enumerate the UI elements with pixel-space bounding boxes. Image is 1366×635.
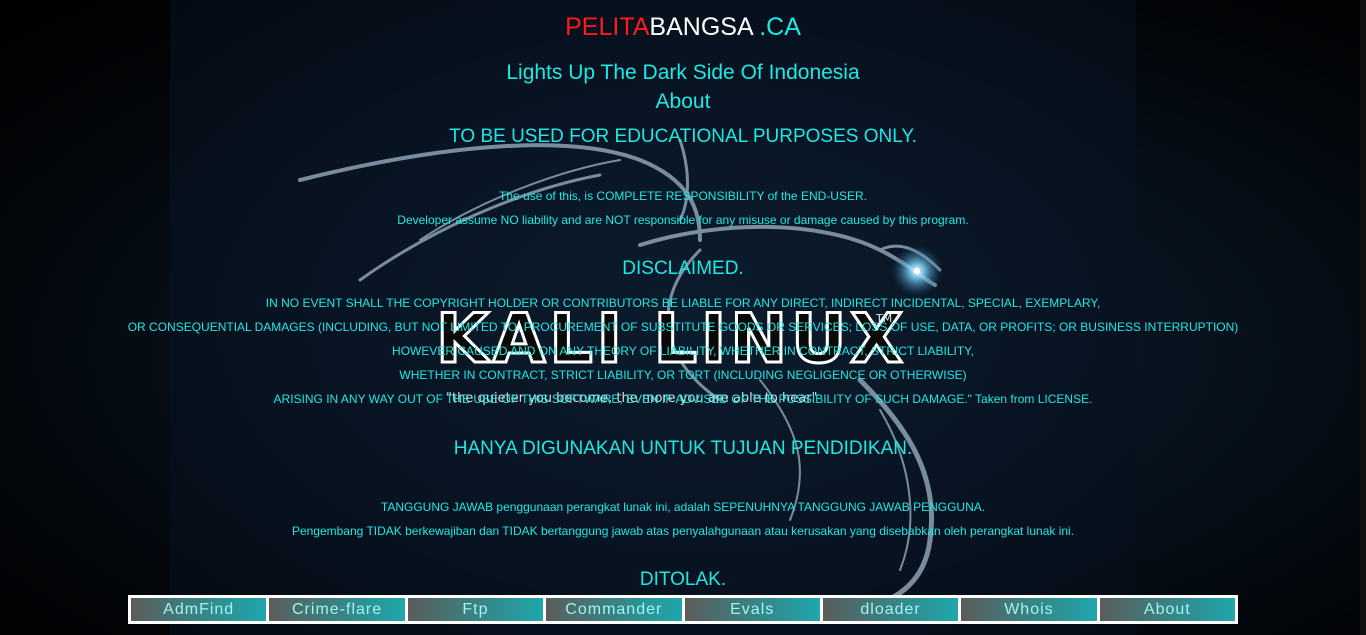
nav-evals[interactable]: Evals xyxy=(684,598,820,621)
brand-part-white: BANGSA xyxy=(649,13,753,41)
responsibility-en-line-1: The use of this, is COMPLETE RESPONSIBIL… xyxy=(499,189,867,203)
site-brand[interactable]: PELITABANGSA .CA xyxy=(0,12,1366,42)
disclaimer-line-3: HOWEVER CAUSED AND ON ANY THEORY OF LIAB… xyxy=(392,344,974,358)
brand-part-red: PELITA xyxy=(565,13,650,41)
disclaimer-line-1: IN NO EVENT SHALL THE COPYRIGHT HOLDER O… xyxy=(265,296,1101,310)
warning-id: HANYA DIGUNAKAN UNTUK TUJUAN PENDIDIKAN. xyxy=(453,438,913,459)
nav-dloader[interactable]: dloader xyxy=(822,598,959,621)
warning-en: TO BE USED FOR EDUCATIONAL PURPOSES ONLY… xyxy=(449,126,917,147)
bottom-nav: AdmFind Crime-flare Ftp Commander Evals … xyxy=(128,595,1238,624)
nav-commander[interactable]: Commander xyxy=(546,598,682,621)
disclaimed-heading: DISCLAIMED. xyxy=(622,258,744,279)
scrollbar[interactable] xyxy=(1360,0,1366,635)
nav-whois[interactable]: Whois xyxy=(961,598,1097,621)
nav-crime-flare[interactable]: Crime-flare xyxy=(269,598,405,621)
responsibility-en-line-2: Developer assume NO liability and are NO… xyxy=(397,213,969,227)
disclaimer-line-2: OR CONSEQUENTIAL DAMAGES (INCLUDING, BUT… xyxy=(127,320,1239,334)
responsibility-id-line-1: TANGGUNG JAWAB penggunaan perangkat luna… xyxy=(380,500,986,514)
disclaimer-line-5: ARISING IN ANY WAY OUT OF THE USE OF THI… xyxy=(273,392,1093,406)
nav-admfind[interactable]: AdmFind xyxy=(131,598,267,621)
ditolak-heading: DITOLAK. xyxy=(639,569,727,590)
brand-part-tld: .CA xyxy=(752,13,801,41)
nav-ftp[interactable]: Ftp xyxy=(407,598,544,621)
tagline: Lights Up The Dark Side Of Indonesia xyxy=(506,61,860,84)
about-heading: About xyxy=(655,90,711,113)
page: KALI LINUX TM "the quieter you become, t… xyxy=(0,0,1366,635)
nav-about[interactable]: About xyxy=(1099,598,1235,621)
disclaimer-line-4: WHETHER IN CONTRACT, STRICT LIABILITY, O… xyxy=(399,368,967,382)
responsibility-id-line-2: Pengembang TIDAK berkewajiban dan TIDAK … xyxy=(291,524,1075,538)
